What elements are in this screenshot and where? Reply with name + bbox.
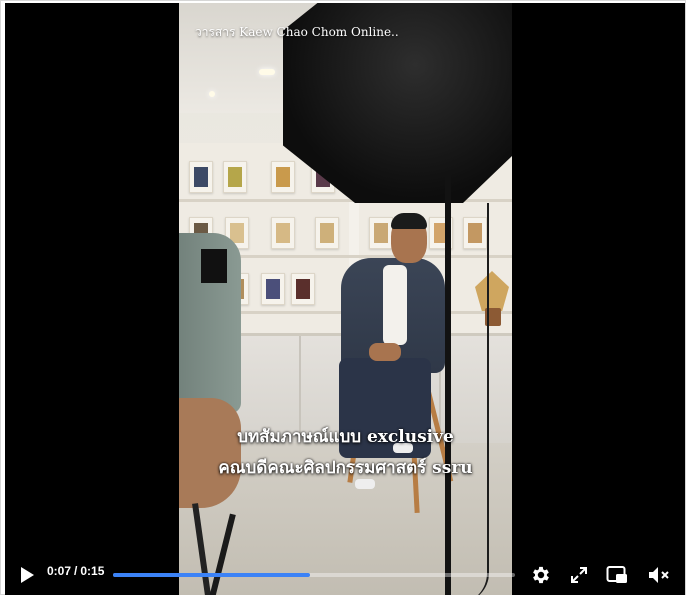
- expand-icon: [571, 567, 587, 583]
- scene-camera: [201, 249, 227, 283]
- scene-artwork: [271, 161, 295, 193]
- video-caption-line1: บทสัมภาษณ์แบบ exclusive: [237, 427, 454, 447]
- interviewee-hands: [369, 343, 401, 361]
- video-player[interactable]: วารสาร Kaew Chao Chom Online.. บทสัมภาษณ…: [5, 3, 685, 595]
- play-icon: [21, 567, 34, 583]
- scene-cable: [459, 203, 489, 595]
- progress-bar[interactable]: [113, 573, 515, 577]
- scene-artwork: [223, 161, 247, 193]
- video-controls: 0:07/0:15: [5, 549, 685, 595]
- scene-ceiling-light: [259, 69, 275, 75]
- duration: 0:15: [80, 564, 105, 578]
- settings-button[interactable]: [527, 561, 555, 589]
- scene-light-stand: [445, 173, 451, 595]
- current-time: 0:07: [47, 564, 72, 578]
- time-separator: /: [74, 564, 78, 578]
- scene-cameraman-arm: [179, 398, 241, 508]
- interviewee-hair: [391, 213, 427, 229]
- video-watermark: วารสาร Kaew Chao Chom Online..: [195, 25, 399, 39]
- video-caption-line2: คณบดีคณะศิลปกรรมศาสตร์ ssru: [218, 458, 473, 478]
- interviewee-shirt: [383, 265, 407, 345]
- picture-in-picture-icon: [606, 566, 627, 583]
- picture-in-picture-button[interactable]: [603, 561, 631, 589]
- mute-button[interactable]: [645, 561, 673, 589]
- progress-fill: [113, 573, 310, 577]
- scene-artwork: [315, 217, 339, 249]
- time-display: 0:07/0:15: [47, 564, 104, 578]
- page-frame: วารสาร Kaew Chao Chom Online.. บทสัมภาษณ…: [0, 0, 686, 595]
- speaker-muted-icon: [649, 567, 669, 583]
- gear-icon: [533, 566, 549, 584]
- scene-artwork: [291, 273, 315, 305]
- scene-artwork: [369, 217, 393, 249]
- video-frame[interactable]: วารสาร Kaew Chao Chom Online.. บทสัมภาษณ…: [179, 3, 512, 595]
- scene-artwork: [261, 273, 285, 305]
- scene-artwork: [189, 161, 213, 193]
- scene-artwork: [271, 217, 295, 249]
- scene-ceiling-light: [209, 91, 215, 97]
- play-button[interactable]: [13, 561, 41, 589]
- fullscreen-button[interactable]: [565, 561, 593, 589]
